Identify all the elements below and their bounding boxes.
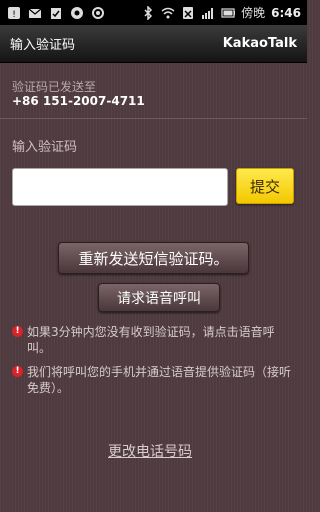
- notice-text: 如果3分钟内您没有收到验证码，请点击语音呼叫。: [27, 325, 275, 355]
- voice-call-button[interactable]: 请求语音呼叫: [98, 283, 220, 312]
- bluetooth-icon: [141, 5, 155, 20]
- code-input-label: 输入验证码: [12, 140, 78, 155]
- brand-name: KakaoTalk: [222, 36, 297, 51]
- verification-code-input[interactable]: [12, 168, 228, 206]
- notice-item: ! 如果3分钟内您没有收到验证码，请点击语音呼叫。: [12, 324, 298, 356]
- notice-item: ! 我们将呼叫您的手机并通过语音提供验证码（接听免费）。: [12, 364, 298, 396]
- checklist-icon: [49, 6, 63, 20]
- warning-icon: !: [12, 326, 23, 337]
- no-sim-icon: [181, 6, 195, 20]
- carrier-label: 傍晚: [241, 6, 266, 20]
- notification-icon: !: [7, 6, 21, 20]
- submit-button[interactable]: 提交: [236, 168, 294, 204]
- warning-icon: !: [12, 366, 23, 377]
- divider: [0, 118, 307, 119]
- settings-icon: [91, 6, 105, 20]
- phone-number: +86 151-2007-4711: [12, 94, 145, 108]
- battery-icon: [221, 6, 236, 20]
- sent-to-label: 验证码已发送至: [12, 80, 97, 94]
- svg-text:!: !: [12, 10, 16, 20]
- status-bar: ! 傍晚 6:46: [0, 0, 307, 25]
- mail-icon: [28, 6, 42, 20]
- status-time: 6:46: [271, 5, 301, 20]
- app-icon: [70, 6, 84, 20]
- title-bar: 输入验证码 KakaoTalk: [0, 25, 307, 63]
- resend-sms-button[interactable]: 重新发送短信验证码。: [58, 242, 249, 274]
- wifi-icon: [161, 6, 175, 20]
- change-phone-number-link[interactable]: 更改电话号码: [108, 441, 192, 461]
- page-title: 输入验证码: [10, 38, 76, 53]
- notice-text: 我们将呼叫您的手机并通过语音提供验证码（接听免费）。: [27, 365, 292, 395]
- signal-icon: [201, 6, 215, 20]
